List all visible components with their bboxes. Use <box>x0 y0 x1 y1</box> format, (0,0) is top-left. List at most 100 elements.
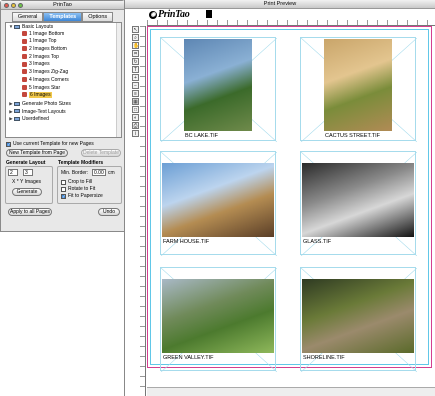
tree-scrollbar[interactable] <box>116 23 121 137</box>
tab-options[interactable]: Options <box>82 12 114 22</box>
photo-image[interactable] <box>162 163 274 237</box>
undo-button[interactable]: Undo <box>98 208 120 216</box>
tree-item[interactable]: 3 Images <box>6 61 121 69</box>
tree-item-label: 2 Images Top <box>29 53 59 60</box>
photo-image[interactable] <box>302 279 414 353</box>
tree-item[interactable]: 2 Images Top <box>6 54 121 62</box>
folder-icon <box>14 101 20 106</box>
photo-image[interactable] <box>162 279 274 353</box>
template-icon <box>22 84 27 90</box>
tree-item-label: 4 Images Corners <box>29 76 69 83</box>
fit-to-papersize-row[interactable]: ✓ Fit to Papersize <box>61 193 103 199</box>
window-controls <box>4 3 23 8</box>
photo-image[interactable] <box>324 39 392 131</box>
tree-item[interactable]: 1 Image Bottom <box>6 31 121 39</box>
tree-item[interactable]: ▶ Image-Text Layouts <box>6 108 121 116</box>
crop-to-fill-checkbox[interactable] <box>61 179 66 185</box>
template-icon <box>22 76 27 82</box>
rotate-tool-icon[interactable]: ↻ <box>132 58 139 65</box>
tree-item-label: Basic Layouts <box>22 24 54 30</box>
template-icon <box>22 53 27 59</box>
tree-item[interactable]: ▼ Basic Layouts <box>6 23 121 31</box>
photo-image[interactable] <box>302 163 414 237</box>
color-tool-icon[interactable]: ◐ <box>132 114 139 121</box>
zoom-tool-icon[interactable]: ⌕ <box>132 34 139 41</box>
y-images-field[interactable]: 3 <box>23 169 33 176</box>
print-tool-icon[interactable]: ⎙ <box>132 122 139 129</box>
tree-item[interactable]: 5 Images Star <box>6 85 121 93</box>
document-icon[interactable] <box>206 10 212 18</box>
preview-status-bar <box>147 387 435 396</box>
photo-image[interactable] <box>184 39 252 131</box>
use-template-checkbox[interactable]: ✓ <box>6 141 11 147</box>
grid-tool-icon[interactable]: ▦ <box>132 98 139 105</box>
tree-item[interactable]: 4 Images Corners <box>6 77 121 85</box>
folder-icon <box>14 109 20 114</box>
remove-image-tool-icon[interactable]: − <box>132 82 139 89</box>
hand-tool-icon[interactable]: ✋ <box>132 42 139 49</box>
crop-to-fill-label: Crop to Fill <box>68 179 93 185</box>
logo-text: PrinTao <box>158 9 190 20</box>
x-images-field[interactable]: 2 <box>8 169 18 176</box>
apply-to-all-pages-button[interactable]: Apply to all Pages <box>8 208 52 216</box>
close-window-button[interactable] <box>4 3 9 8</box>
tree-item[interactable]: 6 Images <box>6 92 121 100</box>
tree-item[interactable]: 3 Images Zig-Zag <box>6 69 121 77</box>
tree-item[interactable]: 1 Image Top <box>6 38 121 46</box>
photo-caption: GLASS.TIF <box>303 239 332 245</box>
use-template-row[interactable]: ✓ Use current Template for new Pages <box>6 141 94 147</box>
tree-item-label: 5 Images Star <box>29 84 61 91</box>
photo-caption: SHORELINE.TIF <box>303 355 345 361</box>
tree-item-label: 3 Images <box>29 61 50 68</box>
vertical-ruler <box>140 26 146 396</box>
tab-templates[interactable]: Templates <box>43 12 83 22</box>
generate-button[interactable]: Generate <box>12 188 42 196</box>
template-icon <box>22 46 27 52</box>
tree-item-label: Generate Photo Sizes <box>22 100 71 107</box>
pointer-tool-icon[interactable]: ↖ <box>132 26 139 33</box>
crop-tool-icon[interactable]: ⌗ <box>132 50 139 57</box>
new-template-button[interactable]: New Template from Page <box>6 149 68 157</box>
rotate-to-fit-label: Rotate to Fit <box>68 186 96 192</box>
min-border-unit: cm <box>108 170 115 176</box>
tree-item-label: Image-Text Layouts <box>22 108 66 115</box>
printao-palette-window: PrinTao General Templates Options ▼ Basic… <box>0 0 125 232</box>
logo-mark-icon: ◉ <box>149 11 157 19</box>
photo-caption: GREEN VALLEY.TIF <box>163 355 214 361</box>
min-border-field[interactable]: 0.00 <box>92 169 106 176</box>
preview-title-bar[interactable]: Print Preview <box>125 0 435 9</box>
align-tool-icon[interactable]: ≡ <box>132 90 139 97</box>
delete-template-button[interactable]: Delete Template <box>81 149 121 157</box>
palette-title: PrinTao <box>53 2 72 8</box>
tab-general[interactable]: General <box>11 12 44 22</box>
tree-item[interactable]: ▶ Userdefined <box>6 115 121 123</box>
crop-to-fill-row[interactable]: Crop to Fill <box>61 179 92 185</box>
text-tool-icon[interactable]: T <box>132 66 139 73</box>
rotate-to-fit-row[interactable]: Rotate to Fit <box>61 186 95 192</box>
add-image-tool-icon[interactable]: + <box>132 74 139 81</box>
folder-icon <box>14 24 20 29</box>
zoom-window-button[interactable] <box>18 3 23 8</box>
info-tool-icon[interactable]: i <box>132 130 139 137</box>
fit-to-papersize-label: Fit to Papersize <box>68 193 103 199</box>
tree-item[interactable]: ▶ Generate Photo Sizes <box>6 100 121 108</box>
palette-tabs: General Templates Options <box>1 12 124 22</box>
preview-toolbar: ↖ ⌕ ✋ ⌗ ↻ T + − ≡ ▦ □ ◐ ⎙ i <box>132 26 140 154</box>
fit-to-papersize-checkbox[interactable]: ✓ <box>61 193 66 199</box>
frame-tool-icon[interactable]: □ <box>132 106 139 113</box>
min-border-label: Min. Border: <box>61 170 89 176</box>
use-template-label: Use current Template for new Pages <box>13 141 94 147</box>
rotate-to-fit-checkbox[interactable] <box>61 186 66 192</box>
template-icon <box>22 61 27 67</box>
tree-item-label: 1 Image Bottom <box>29 30 65 37</box>
template-icon <box>22 38 27 44</box>
tree-item-label: 2 Images Bottom <box>29 46 67 53</box>
template-icon <box>22 30 27 36</box>
tree-item[interactable]: 2 Images Bottom <box>6 46 121 54</box>
minimize-window-button[interactable] <box>11 3 16 8</box>
preview-page[interactable]: BC LAKE.TIF CACTUS STREET.TIF FARM HOUSE.T… <box>147 26 432 372</box>
xy-images-label: X * Y Images <box>12 179 41 185</box>
palette-title-bar[interactable]: PrinTao <box>1 1 124 10</box>
photo-caption: FARM HOUSE.TIF <box>163 239 210 245</box>
template-tree[interactable]: ▼ Basic Layouts 1 Image Bottom 1 Image Top 2… <box>5 22 122 138</box>
